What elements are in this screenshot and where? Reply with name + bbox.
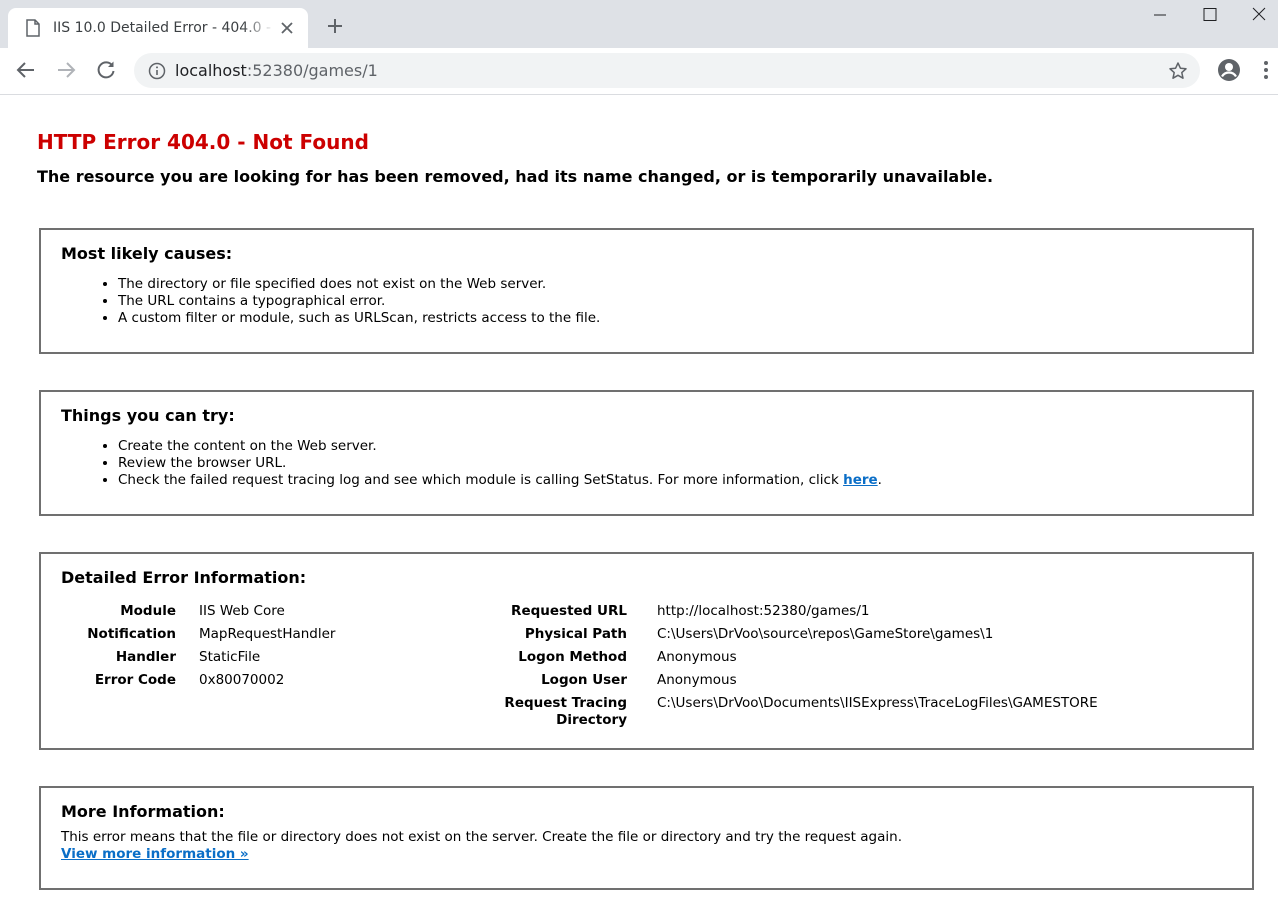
detail-heading: Detailed Error Information: xyxy=(61,568,307,587)
kebab-menu-icon[interactable] xyxy=(1260,59,1272,81)
detail-key: Notification xyxy=(87,626,176,642)
page-title: HTTP Error 404.0 - Not Found xyxy=(37,130,369,154)
things-to-try-panel: Things you can try: Create the content o… xyxy=(39,390,1254,516)
detailed-error-panel: Detailed Error Information: Module Notif… xyxy=(39,552,1254,750)
detail-key: Request Tracing Directory xyxy=(504,695,627,728)
causes-heading: Most likely causes: xyxy=(61,244,233,263)
detail-value: 0x80070002 xyxy=(199,672,285,688)
list-item-text: Check the failed request tracing log and… xyxy=(118,472,844,488)
detail-key: Logon Method xyxy=(518,649,627,665)
minimize-icon[interactable] xyxy=(1137,0,1183,30)
list-item: Create the content on the Web server. xyxy=(118,438,882,455)
detail-value: http://localhost:52380/games/1 xyxy=(657,603,870,619)
detail-key: Error Code xyxy=(94,672,176,688)
more-information-panel: More Information: This error means that … xyxy=(39,786,1254,890)
forward-arrow-icon[interactable] xyxy=(54,58,78,82)
detail-key: Module xyxy=(120,603,176,619)
list-item: The URL contains a typographical error. xyxy=(118,293,600,310)
try-list: Create the content on the Web server. Re… xyxy=(98,438,882,489)
causes-panel: Most likely causes: The directory or fil… xyxy=(39,228,1254,354)
info-icon[interactable] xyxy=(148,62,166,80)
list-item-trailing: . xyxy=(877,472,882,488)
tab-title: IIS 10.0 Detailed Error - 404.0 - Not Fo… xyxy=(53,20,275,36)
reload-icon[interactable] xyxy=(94,58,118,82)
detail-right-keys: Requested URL Physical Path Logon Method… xyxy=(477,600,627,728)
detail-value: Anonymous xyxy=(657,649,737,665)
try-heading: Things you can try: xyxy=(61,406,235,425)
list-item: Check the failed request tracing log and… xyxy=(118,472,882,489)
detail-right-values: http://localhost:52380/games/1 C:\Users\… xyxy=(657,600,1098,715)
bookmark-star-icon[interactable] xyxy=(1168,61,1188,81)
url-text[interactable]: localhost:52380/games/1 xyxy=(175,60,378,81)
detail-value: MapRequestHandler xyxy=(199,626,336,642)
tab-strip: IIS 10.0 Detailed Error - 404.0 - Not Fo… xyxy=(0,0,1278,48)
detail-key: Handler xyxy=(115,649,176,665)
url-path: :52380/games/1 xyxy=(246,61,378,80)
more-heading: More Information: xyxy=(61,802,225,821)
window-close-icon[interactable] xyxy=(1236,0,1278,30)
detail-left-keys: Module Notification Handler Error Code xyxy=(61,600,176,692)
close-tab-icon[interactable] xyxy=(278,19,296,37)
detail-key: Logon User xyxy=(541,672,627,688)
detail-value: C:\Users\DrVoo\Documents\IISExpress\Trac… xyxy=(657,695,1098,711)
detail-value: IIS Web Core xyxy=(199,603,285,619)
maximize-icon[interactable] xyxy=(1187,0,1233,30)
causes-list: The directory or file specified does not… xyxy=(98,276,600,327)
page-subtitle: The resource you are looking for has bee… xyxy=(37,167,994,186)
here-link[interactable]: here xyxy=(843,472,878,488)
profile-avatar-icon[interactable] xyxy=(1216,57,1242,83)
list-item: Review the browser URL. xyxy=(118,455,882,472)
detail-left-values: IIS Web Core MapRequestHandler StaticFil… xyxy=(199,600,335,692)
detail-key: Requested URL xyxy=(511,603,627,619)
back-arrow-icon[interactable] xyxy=(14,58,38,82)
detail-value: StaticFile xyxy=(199,649,261,665)
list-item: A custom filter or module, such as URLSc… xyxy=(118,310,600,327)
page-icon xyxy=(25,19,41,37)
more-text: This error means that the file or direct… xyxy=(61,829,902,845)
detail-value: Anonymous xyxy=(657,672,737,688)
browser-tab[interactable]: IIS 10.0 Detailed Error - 404.0 - Not Fo… xyxy=(8,8,308,48)
detail-key: Physical Path xyxy=(524,626,627,642)
browser-toolbar: localhost:52380/games/1 xyxy=(0,48,1278,95)
error-page: HTTP Error 404.0 - Not Found The resourc… xyxy=(0,95,1278,900)
new-tab-icon[interactable] xyxy=(326,17,344,35)
url-host: localhost xyxy=(175,61,247,80)
view-more-information-link[interactable]: View more information » xyxy=(61,846,249,862)
list-item: The directory or file specified does not… xyxy=(118,276,600,293)
address-bar[interactable]: localhost:52380/games/1 xyxy=(134,53,1200,88)
detail-value: C:\Users\DrVoo\source\repos\GameStore\ga… xyxy=(657,626,994,642)
